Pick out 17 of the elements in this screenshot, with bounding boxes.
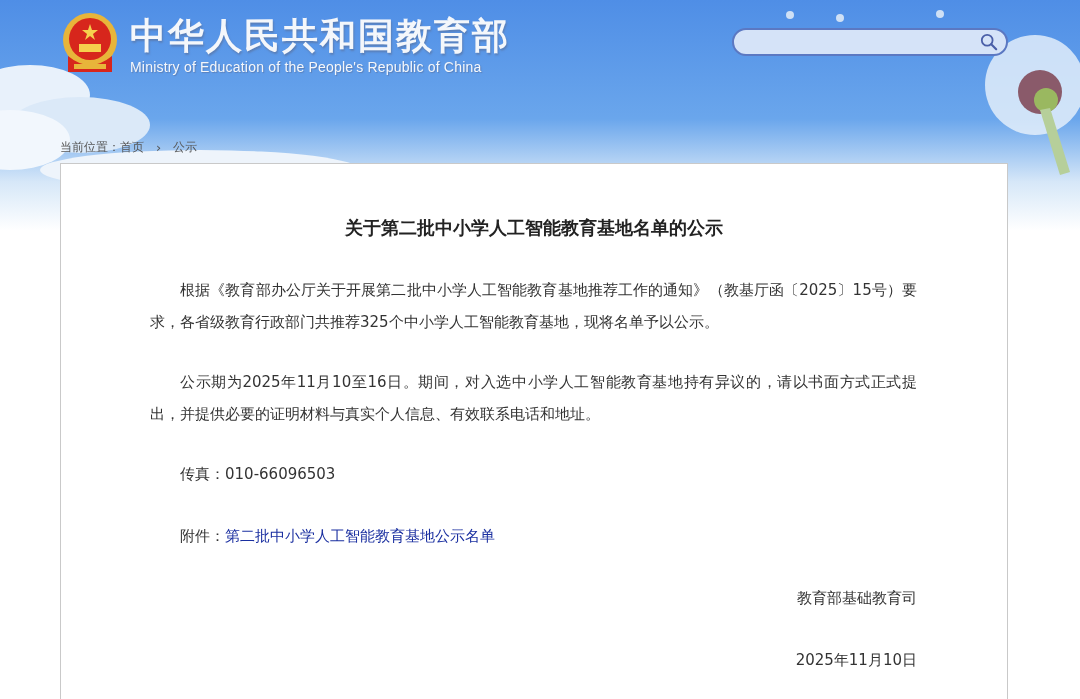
attachment-link[interactable]: 第二批中小学人工智能教育基地公示名单 [225, 527, 495, 545]
breadcrumb-link[interactable]: 首页 [120, 139, 144, 156]
breadcrumb-separator: › [156, 140, 162, 155]
article-title: 关于第二批中小学人工智能教育基地名单的公示 [343, 216, 724, 240]
breadcrumb-link[interactable]: 公示 [173, 139, 198, 156]
site-subtitle: Ministry of Education of the People's Republic of China [130, 58, 483, 76]
breadcrumb-label: 当前位置： [60, 139, 120, 156]
site-title: 中华人民共和国教育部 [130, 14, 510, 58]
date: 2025年11月10日 [795, 651, 917, 669]
search-icon[interactable] [980, 33, 998, 51]
search-field[interactable] [732, 28, 1008, 56]
attachment-label: 附件： [180, 527, 225, 545]
fax-label: 传真： [180, 465, 225, 483]
paragraph: 公示期为2025年11月10至16日。期间，对入选中小学人工智能教育基地持有异议的，请以书面方式正式提出，并提供必要的证明材料与真实个人信息、有效联系电话和地址。 [150, 372, 917, 425]
signature: 教育部基础教育司 [797, 589, 917, 607]
fax-number: 010-66096503 [225, 465, 336, 483]
paragraph: 根据《教育部办公厅关于开展第二批中小学人工智能教育基地推荐工作的通知》（教基厅函〔2025〕15号）要求，各省级教育行政部门共推荐325个中小学人工智能教育基地，现将名单予以公示。 [150, 280, 917, 333]
